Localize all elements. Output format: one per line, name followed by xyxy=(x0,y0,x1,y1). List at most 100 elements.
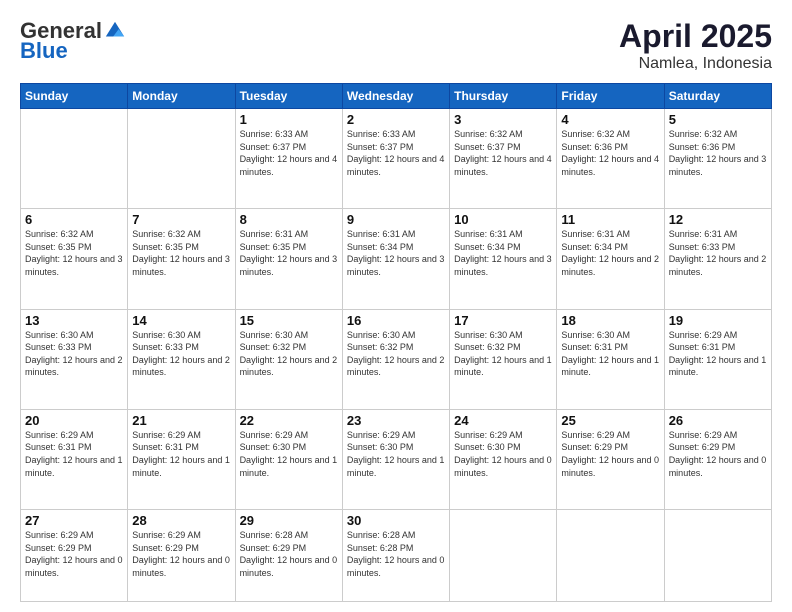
day-info: Sunrise: 6:30 AM Sunset: 6:33 PM Dayligh… xyxy=(132,329,230,379)
day-info: Sunrise: 6:32 AM Sunset: 6:35 PM Dayligh… xyxy=(132,228,230,278)
calendar-week-0: 1Sunrise: 6:33 AM Sunset: 6:37 PM Daylig… xyxy=(21,109,772,209)
table-row: 14Sunrise: 6:30 AM Sunset: 6:33 PM Dayli… xyxy=(128,309,235,409)
day-info: Sunrise: 6:30 AM Sunset: 6:32 PM Dayligh… xyxy=(347,329,445,379)
day-number: 21 xyxy=(132,413,230,428)
calendar-week-1: 6Sunrise: 6:32 AM Sunset: 6:35 PM Daylig… xyxy=(21,209,772,309)
day-number: 4 xyxy=(561,112,659,127)
table-row: 17Sunrise: 6:30 AM Sunset: 6:32 PM Dayli… xyxy=(450,309,557,409)
day-info: Sunrise: 6:31 AM Sunset: 6:33 PM Dayligh… xyxy=(669,228,767,278)
day-number: 22 xyxy=(240,413,338,428)
day-number: 30 xyxy=(347,513,445,528)
day-number: 14 xyxy=(132,313,230,328)
table-row: 1Sunrise: 6:33 AM Sunset: 6:37 PM Daylig… xyxy=(235,109,342,209)
day-number: 1 xyxy=(240,112,338,127)
table-row: 12Sunrise: 6:31 AM Sunset: 6:33 PM Dayli… xyxy=(664,209,771,309)
table-row: 8Sunrise: 6:31 AM Sunset: 6:35 PM Daylig… xyxy=(235,209,342,309)
day-info: Sunrise: 6:29 AM Sunset: 6:29 PM Dayligh… xyxy=(25,529,123,579)
day-number: 15 xyxy=(240,313,338,328)
table-row: 18Sunrise: 6:30 AM Sunset: 6:31 PM Dayli… xyxy=(557,309,664,409)
table-row: 3Sunrise: 6:32 AM Sunset: 6:37 PM Daylig… xyxy=(450,109,557,209)
day-info: Sunrise: 6:28 AM Sunset: 6:29 PM Dayligh… xyxy=(240,529,338,579)
table-row: 15Sunrise: 6:30 AM Sunset: 6:32 PM Dayli… xyxy=(235,309,342,409)
day-number: 3 xyxy=(454,112,552,127)
logo: General Blue xyxy=(20,18,126,64)
col-friday: Friday xyxy=(557,84,664,109)
table-row: 30Sunrise: 6:28 AM Sunset: 6:28 PM Dayli… xyxy=(342,510,449,602)
day-info: Sunrise: 6:29 AM Sunset: 6:30 PM Dayligh… xyxy=(347,429,445,479)
day-number: 23 xyxy=(347,413,445,428)
table-row: 11Sunrise: 6:31 AM Sunset: 6:34 PM Dayli… xyxy=(557,209,664,309)
day-info: Sunrise: 6:30 AM Sunset: 6:32 PM Dayligh… xyxy=(454,329,552,379)
table-row: 2Sunrise: 6:33 AM Sunset: 6:37 PM Daylig… xyxy=(342,109,449,209)
day-info: Sunrise: 6:33 AM Sunset: 6:37 PM Dayligh… xyxy=(240,128,338,178)
day-info: Sunrise: 6:32 AM Sunset: 6:36 PM Dayligh… xyxy=(561,128,659,178)
day-number: 17 xyxy=(454,313,552,328)
day-number: 19 xyxy=(669,313,767,328)
table-row: 13Sunrise: 6:30 AM Sunset: 6:33 PM Dayli… xyxy=(21,309,128,409)
col-wednesday: Wednesday xyxy=(342,84,449,109)
logo-icon xyxy=(104,20,126,42)
table-row: 21Sunrise: 6:29 AM Sunset: 6:31 PM Dayli… xyxy=(128,409,235,509)
day-number: 9 xyxy=(347,212,445,227)
day-info: Sunrise: 6:29 AM Sunset: 6:31 PM Dayligh… xyxy=(25,429,123,479)
table-row: 10Sunrise: 6:31 AM Sunset: 6:34 PM Dayli… xyxy=(450,209,557,309)
col-tuesday: Tuesday xyxy=(235,84,342,109)
day-info: Sunrise: 6:31 AM Sunset: 6:34 PM Dayligh… xyxy=(347,228,445,278)
day-info: Sunrise: 6:28 AM Sunset: 6:28 PM Dayligh… xyxy=(347,529,445,579)
day-info: Sunrise: 6:31 AM Sunset: 6:34 PM Dayligh… xyxy=(454,228,552,278)
col-thursday: Thursday xyxy=(450,84,557,109)
table-row: 5Sunrise: 6:32 AM Sunset: 6:36 PM Daylig… xyxy=(664,109,771,209)
day-number: 10 xyxy=(454,212,552,227)
day-info: Sunrise: 6:29 AM Sunset: 6:31 PM Dayligh… xyxy=(132,429,230,479)
col-sunday: Sunday xyxy=(21,84,128,109)
day-number: 24 xyxy=(454,413,552,428)
day-number: 7 xyxy=(132,212,230,227)
table-row: 19Sunrise: 6:29 AM Sunset: 6:31 PM Dayli… xyxy=(664,309,771,409)
table-row: 22Sunrise: 6:29 AM Sunset: 6:30 PM Dayli… xyxy=(235,409,342,509)
day-info: Sunrise: 6:30 AM Sunset: 6:33 PM Dayligh… xyxy=(25,329,123,379)
day-number: 8 xyxy=(240,212,338,227)
col-monday: Monday xyxy=(128,84,235,109)
month-title: April 2025 xyxy=(619,18,772,55)
day-number: 5 xyxy=(669,112,767,127)
day-number: 11 xyxy=(561,212,659,227)
day-number: 26 xyxy=(669,413,767,428)
day-info: Sunrise: 6:29 AM Sunset: 6:29 PM Dayligh… xyxy=(132,529,230,579)
page: General Blue April 2025 Namlea, Indonesi… xyxy=(0,0,792,612)
day-number: 6 xyxy=(25,212,123,227)
day-info: Sunrise: 6:31 AM Sunset: 6:35 PM Dayligh… xyxy=(240,228,338,278)
day-info: Sunrise: 6:30 AM Sunset: 6:32 PM Dayligh… xyxy=(240,329,338,379)
table-row xyxy=(450,510,557,602)
day-info: Sunrise: 6:32 AM Sunset: 6:35 PM Dayligh… xyxy=(25,228,123,278)
day-info: Sunrise: 6:29 AM Sunset: 6:31 PM Dayligh… xyxy=(669,329,767,379)
table-row: 24Sunrise: 6:29 AM Sunset: 6:30 PM Dayli… xyxy=(450,409,557,509)
table-row: 4Sunrise: 6:32 AM Sunset: 6:36 PM Daylig… xyxy=(557,109,664,209)
header: General Blue April 2025 Namlea, Indonesi… xyxy=(20,18,772,73)
location-subtitle: Namlea, Indonesia xyxy=(619,55,772,73)
day-info: Sunrise: 6:29 AM Sunset: 6:30 PM Dayligh… xyxy=(454,429,552,479)
table-row xyxy=(128,109,235,209)
day-number: 12 xyxy=(669,212,767,227)
table-row xyxy=(664,510,771,602)
table-row: 7Sunrise: 6:32 AM Sunset: 6:35 PM Daylig… xyxy=(128,209,235,309)
day-info: Sunrise: 6:29 AM Sunset: 6:29 PM Dayligh… xyxy=(561,429,659,479)
day-info: Sunrise: 6:30 AM Sunset: 6:31 PM Dayligh… xyxy=(561,329,659,379)
logo-blue: Blue xyxy=(20,38,68,64)
day-info: Sunrise: 6:29 AM Sunset: 6:30 PM Dayligh… xyxy=(240,429,338,479)
calendar-week-2: 13Sunrise: 6:30 AM Sunset: 6:33 PM Dayli… xyxy=(21,309,772,409)
col-saturday: Saturday xyxy=(664,84,771,109)
day-number: 27 xyxy=(25,513,123,528)
table-row: 28Sunrise: 6:29 AM Sunset: 6:29 PM Dayli… xyxy=(128,510,235,602)
table-row: 26Sunrise: 6:29 AM Sunset: 6:29 PM Dayli… xyxy=(664,409,771,509)
table-row: 6Sunrise: 6:32 AM Sunset: 6:35 PM Daylig… xyxy=(21,209,128,309)
title-block: April 2025 Namlea, Indonesia xyxy=(619,18,772,73)
day-info: Sunrise: 6:33 AM Sunset: 6:37 PM Dayligh… xyxy=(347,128,445,178)
table-row: 25Sunrise: 6:29 AM Sunset: 6:29 PM Dayli… xyxy=(557,409,664,509)
day-info: Sunrise: 6:32 AM Sunset: 6:36 PM Dayligh… xyxy=(669,128,767,178)
calendar-week-4: 27Sunrise: 6:29 AM Sunset: 6:29 PM Dayli… xyxy=(21,510,772,602)
table-row: 16Sunrise: 6:30 AM Sunset: 6:32 PM Dayli… xyxy=(342,309,449,409)
table-row: 20Sunrise: 6:29 AM Sunset: 6:31 PM Dayli… xyxy=(21,409,128,509)
table-row: 23Sunrise: 6:29 AM Sunset: 6:30 PM Dayli… xyxy=(342,409,449,509)
day-number: 29 xyxy=(240,513,338,528)
day-number: 20 xyxy=(25,413,123,428)
